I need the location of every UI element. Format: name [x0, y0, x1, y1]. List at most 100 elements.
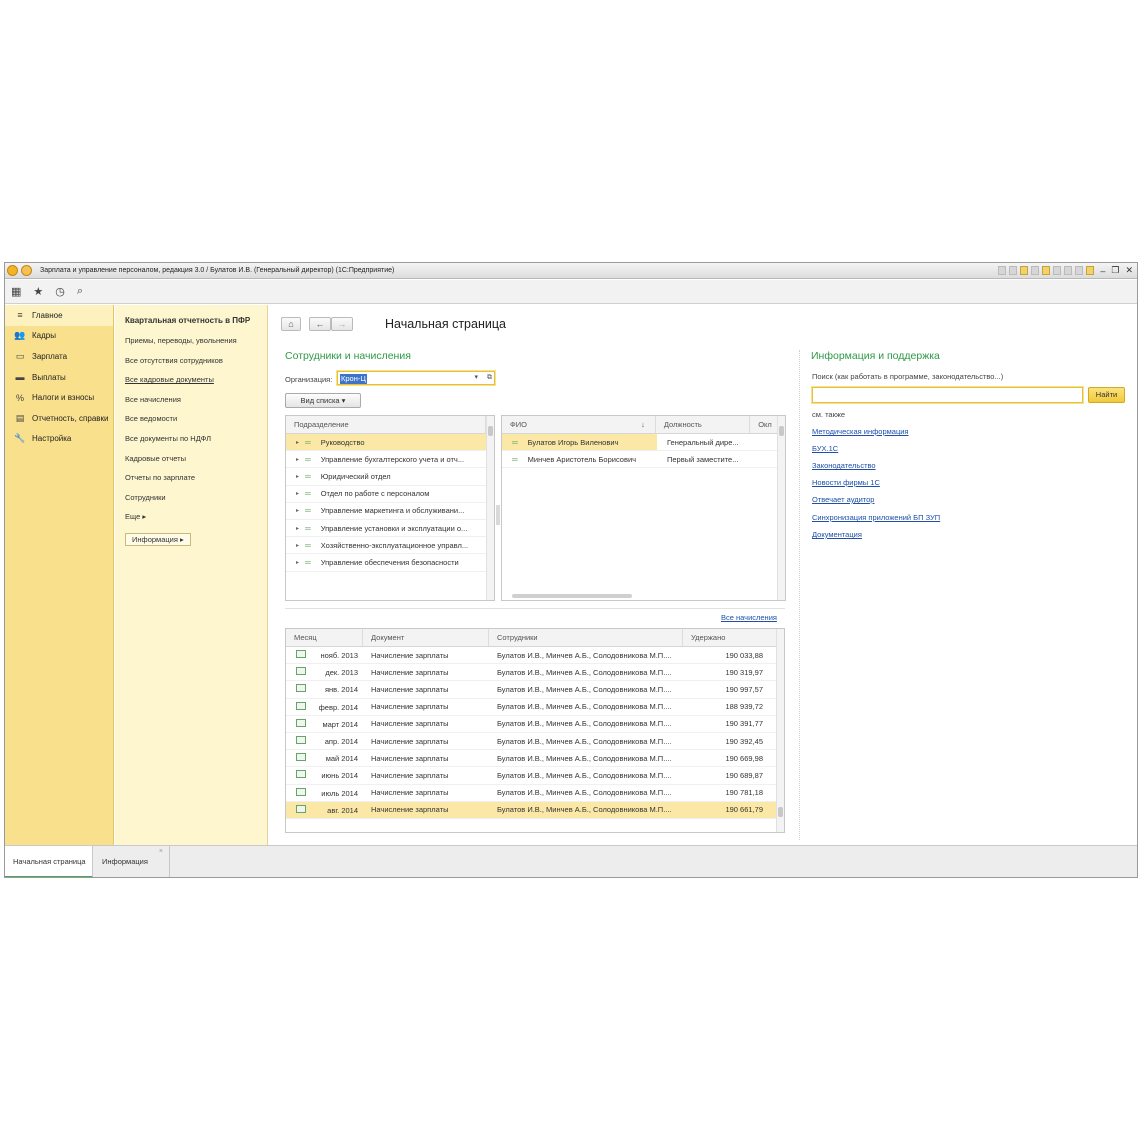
nav-item[interactable]: Все отсутствия сотрудников [125, 355, 267, 375]
table-row[interactable]: нояб. 2013 Начисление зарплаты Булатов И.В… [286, 647, 784, 665]
section-main[interactable]: ≡ Главное [5, 305, 113, 326]
horizontal-scrollbar[interactable] [512, 594, 632, 598]
star-icon[interactable]: ★ [33, 285, 43, 298]
table-row[interactable]: апр. 2014 Начисление зарплаты Булатов И.В.… [286, 733, 784, 751]
view-list-button[interactable]: Вид списка ▾ [285, 393, 361, 408]
expand-icon[interactable]: ▸ [296, 490, 299, 497]
favorites-icon[interactable] [1020, 266, 1029, 275]
table-row[interactable]: февр. 2014 Начисление зарплаты Булатов И.В… [286, 699, 784, 716]
calendar-icon[interactable] [1042, 266, 1051, 275]
apps-grid-icon[interactable]: ▦ [11, 285, 21, 298]
col-employees[interactable]: Сотрудники [489, 629, 683, 646]
support-link[interactable]: Законодательство [812, 461, 876, 470]
main-menu-icon[interactable] [21, 265, 32, 276]
vertical-scrollbar[interactable] [776, 629, 784, 832]
support-link[interactable]: Документация [812, 530, 862, 539]
table-row[interactable]: ▸ ═ Управление обеспечения безопасности [286, 554, 494, 572]
employees-grid[interactable]: ФИО ↓ Должность Окл ═ Булатов Игорь Вилено… [501, 415, 786, 601]
expand-icon[interactable]: ▸ [296, 542, 299, 549]
organization-field[interactable]: Крон-Ц ▾ ⧉ [337, 371, 495, 385]
col-month[interactable]: Месяц [286, 629, 363, 646]
history-clock-icon[interactable]: ◷ [55, 285, 65, 298]
nav-item[interactable]: Кадровые отчеты [125, 453, 267, 473]
home-button[interactable]: ⌂ [281, 317, 301, 331]
support-link[interactable]: Отвечает аудитор [812, 495, 874, 504]
col-position[interactable]: Должность [656, 416, 751, 433]
support-link[interactable]: Синхронизация приложений БП ЗУП [812, 513, 940, 522]
back-button[interactable]: ← [309, 317, 331, 331]
save-icon[interactable] [998, 266, 1007, 275]
col-fio[interactable]: ФИО ↓ [502, 416, 656, 433]
section-salary[interactable]: ▭ Зарплата [5, 346, 113, 367]
col-withheld[interactable]: Удержано [683, 629, 777, 646]
close-tab-icon[interactable]: × [159, 836, 163, 868]
table-row[interactable]: ▸ ═ Хозяйственно-эксплуатационное управл..… [286, 537, 494, 555]
scroll-thumb[interactable] [779, 426, 784, 436]
expand-icon[interactable]: ▸ [296, 473, 299, 480]
open-link-icon[interactable]: ⧉ [487, 372, 492, 384]
support-link[interactable]: БУХ.1С [812, 444, 838, 453]
tab-information[interactable]: Информация × [94, 846, 170, 877]
expand-icon[interactable]: ▸ [296, 525, 299, 532]
dropdown-icon[interactable]: ▾ [474, 372, 478, 384]
nav-item[interactable]: Все ведомости [125, 413, 267, 433]
section-reports[interactable]: ▤ Отчетность, справки [5, 408, 113, 429]
nav-item[interactable]: Приемы, переводы, увольнения [125, 335, 267, 355]
section-settings[interactable]: 🔧 Настройка [5, 429, 113, 450]
vertical-scrollbar[interactable] [777, 416, 785, 600]
forward-button[interactable]: → [331, 317, 353, 331]
nav-item[interactable]: Все документы по НДФЛ [125, 433, 267, 453]
support-search-input[interactable] [812, 387, 1083, 403]
table-row[interactable]: ▸ ═ Отдел по работе с персоналом [286, 486, 494, 503]
nav-item[interactable]: Все кадровые документы [125, 374, 267, 394]
table-row[interactable]: июнь 2014 Начисление зарплаты Булатов И.В.… [286, 767, 784, 785]
nav-item[interactable]: Отчеты по зарплате [125, 472, 267, 492]
nav-item[interactable]: Все начисления [125, 394, 267, 414]
expand-icon[interactable]: ▸ [296, 456, 299, 463]
memory-icon[interactable] [1064, 266, 1073, 275]
info-icon[interactable] [1086, 266, 1095, 275]
col-document[interactable]: Документ [363, 629, 489, 646]
table-row[interactable]: ▸ ═ Управление бухгалтерского учета и отч.… [286, 451, 494, 469]
table-row[interactable]: ═ Булатов Игорь Виленович Генеральный дир… [502, 434, 785, 452]
nav-item[interactable]: Сотрудники [125, 492, 267, 512]
table-row[interactable]: авг. 2014 Начисление зарплаты Булатов И.В.… [286, 801, 784, 819]
expand-icon[interactable]: ▸ [296, 559, 299, 566]
minimize-icon[interactable]: ‒ [1100, 266, 1105, 276]
nav-more[interactable]: Еще ▸ [125, 511, 267, 531]
section-payments[interactable]: ▬ Выплаты [5, 367, 113, 388]
col-department[interactable]: Подразделение [286, 416, 486, 433]
table-row[interactable]: май 2014 Начисление зарплаты Булатов И.В.,… [286, 750, 784, 768]
nav-title[interactable]: Квартальная отчетность в ПФР [125, 315, 267, 335]
scroll-thumb[interactable] [488, 426, 493, 436]
all-accruals-link[interactable]: Все начисления [721, 613, 777, 622]
table-row[interactable]: янв. 2014 Начисление зарплаты Булатов И.В.… [286, 681, 784, 699]
restore-icon[interactable]: ❐ [1111, 265, 1119, 276]
support-link[interactable]: Методическая информация [812, 427, 909, 436]
expand-icon[interactable]: ▸ [296, 439, 299, 446]
calculator-icon[interactable] [1053, 266, 1062, 275]
section-hr[interactable]: 👥 Кадры [5, 326, 113, 347]
search-icon[interactable]: ⌕ [77, 285, 83, 298]
table-row[interactable]: ▸ ═ Руководство [286, 434, 494, 452]
history-icon[interactable] [1031, 266, 1040, 275]
print-icon[interactable] [1009, 266, 1018, 275]
section-taxes[interactable]: % Налоги и взносы [5, 387, 113, 408]
table-row[interactable]: март 2014 Начисление зарплаты Булатов И.В.… [286, 716, 784, 733]
close-icon[interactable]: ✕ [1125, 265, 1133, 276]
table-row[interactable]: ═ Минчев Аристотель Борисович Первый заме… [502, 451, 785, 469]
support-link[interactable]: Новости фирмы 1С [812, 478, 880, 487]
expand-icon[interactable]: ▸ [296, 507, 299, 514]
table-row[interactable]: ▸ ═ Юридический отдел [286, 468, 494, 486]
search-button[interactable]: Найти [1088, 387, 1125, 403]
table-row[interactable]: ▸ ═ Управление маркетинга и обслуживани... [286, 503, 494, 520]
tab-home[interactable]: Начальная страница [5, 846, 93, 877]
scroll-thumb[interactable] [778, 807, 783, 817]
table-row[interactable]: ▸ ═ Управление установки и эксплуатации о.… [286, 520, 494, 538]
splitter-handle[interactable] [496, 505, 500, 525]
table-row[interactable]: июль 2014 Начисление зарплаты Булатов И.В.… [286, 785, 784, 802]
table-row[interactable]: дек. 2013 Начисление зарплаты Булатов И.В.… [286, 664, 784, 682]
info-menu-button[interactable]: Информация ▸ [125, 532, 191, 546]
departments-grid[interactable]: Подразделение ▸ ═ Руководство ▸ ═ Управление… [285, 415, 495, 601]
accruals-grid[interactable]: Месяц Документ Сотрудники Удержано нояб.… [285, 628, 785, 833]
